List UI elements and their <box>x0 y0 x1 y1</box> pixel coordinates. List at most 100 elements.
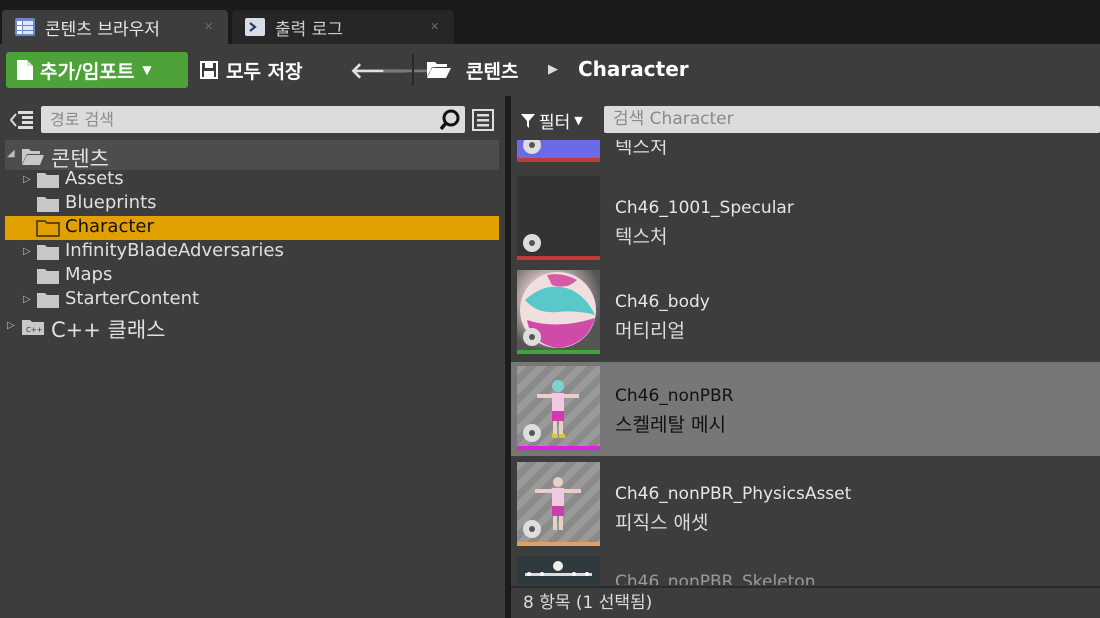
expanded-arrow-icon[interactable]: ◢ <box>7 148 15 159</box>
save-icon <box>200 61 218 79</box>
output-log-icon <box>245 18 265 36</box>
tree-item-maps[interactable]: Maps <box>0 264 499 288</box>
asset-type-color-bar <box>517 350 600 354</box>
status-bar: 8 항목 (1 선택됨) <box>511 586 1100 618</box>
hide-tree-icon[interactable] <box>10 110 34 130</box>
save-all-button[interactable]: 모두 저장 <box>200 52 303 88</box>
tree-item-label: Character <box>65 216 154 237</box>
tab-output-log[interactable]: 출력 로그 ✕ <box>232 10 454 44</box>
asset-filter-bar: 필터 ▼ 검색 Character <box>511 96 1100 140</box>
breadcrumb-character[interactable]: Character <box>578 57 689 81</box>
folder-open-icon[interactable] <box>426 59 452 79</box>
view-options-icon[interactable] <box>472 109 494 131</box>
toolbar-divider <box>412 54 414 86</box>
toolbar: 추가/임포트 ▼ 모두 저장 🡐 🡒 콘텐츠 ▶ Character <box>0 44 1100 96</box>
asset-search-input[interactable]: 검색 Character <box>604 106 1100 133</box>
chevron-down-icon: ▼ <box>574 114 583 127</box>
path-search-bar: 경로 검색 <box>0 96 505 140</box>
asset-thumbnail <box>517 176 600 260</box>
folder-icon <box>36 220 60 237</box>
asset-type: 스켈레탈 메시 <box>615 414 726 436</box>
asset-item[interactable]: Ch46_nonPBR_Skeleton <box>511 554 1100 585</box>
asset-type: 텍스처 <box>615 226 668 248</box>
asset-list: 텍스처 Ch46_1001_Specular 텍스처 Ch46_body 머티리… <box>511 140 1100 585</box>
path-search-input[interactable]: 경로 검색 <box>41 106 465 133</box>
content-browser-icon <box>15 18 35 36</box>
tab-label: 콘텐츠 브라우저 <box>45 19 160 40</box>
close-icon[interactable]: ✕ <box>204 21 214 32</box>
folder-open-icon <box>22 149 44 165</box>
asset-panel: 필터 ▼ 검색 Character 텍스처 Ch46_1001_Specular… <box>511 96 1100 618</box>
filter-label: 필터 <box>539 113 571 133</box>
asset-type-color-bar <box>517 542 600 546</box>
asset-type-color-bar <box>517 256 600 260</box>
tree-item-infinitybladeadversaries[interactable]: ▷ InfinityBladeAdversaries <box>0 240 499 264</box>
collapsed-arrow-icon[interactable]: ▷ <box>23 174 31 185</box>
asset-name: Ch46_nonPBR <box>615 386 734 406</box>
asset-star-icon <box>523 424 541 442</box>
asset-name: Ch46_1001_Specular <box>615 198 794 218</box>
asset-star-icon <box>523 140 541 154</box>
asset-type: 머티리얼 <box>615 320 685 342</box>
add-import-label: 추가/임포트 <box>40 60 135 83</box>
tree-item-label: Maps <box>65 264 113 285</box>
breadcrumb-arrow-icon[interactable]: ▶ <box>548 62 558 77</box>
asset-thumbnail <box>517 462 600 546</box>
asset-item[interactable]: Ch46_body 머티리얼 <box>511 268 1100 358</box>
asset-thumbnail <box>517 140 600 162</box>
folder-icon <box>37 245 59 260</box>
svg-text:C++: C++ <box>26 326 43 334</box>
asset-item[interactable]: Ch46_nonPBR_PhysicsAsset 피직스 애셋 <box>511 460 1100 550</box>
asset-thumbnail <box>517 366 600 450</box>
asset-item-selected[interactable]: Ch46_nonPBR 스켈레탈 메시 <box>511 362 1100 456</box>
tree-item-assets[interactable]: ▷ Assets <box>0 168 499 192</box>
asset-search-placeholder: 검색 Character <box>613 109 734 129</box>
tree-item-label: Blueprints <box>65 192 157 213</box>
asset-item[interactable]: Ch46_1001_Specular 텍스처 <box>511 174 1100 264</box>
tree-item-label: StarterContent <box>65 288 200 309</box>
folder-icon <box>37 197 59 212</box>
asset-name: Ch46_nonPBR_PhysicsAsset <box>615 484 852 504</box>
tree-item-blueprints[interactable]: Blueprints <box>0 192 499 216</box>
asset-star-icon <box>523 328 541 346</box>
asset-thumbnail <box>517 270 600 354</box>
save-all-label: 모두 저장 <box>226 60 303 83</box>
asset-item[interactable]: 텍스처 <box>511 140 1100 166</box>
path-search-placeholder: 경로 검색 <box>50 110 114 129</box>
search-icon[interactable] <box>439 109 461 131</box>
tree-item-content[interactable]: ◢ 콘텐츠 <box>0 143 499 171</box>
collapsed-arrow-icon[interactable]: ▷ <box>23 294 31 305</box>
tree-item-startercontent[interactable]: ▷ StarterContent <box>0 288 499 312</box>
tree-item-label: InfinityBladeAdversaries <box>65 240 284 261</box>
add-import-button[interactable]: 추가/임포트 ▼ <box>6 52 188 88</box>
tab-content-browser[interactable]: 콘텐츠 브라우저 ✕ <box>2 10 228 44</box>
asset-type-color-bar <box>517 158 600 162</box>
asset-star-icon <box>523 234 541 252</box>
breadcrumb-content[interactable]: 콘텐츠 <box>466 57 518 84</box>
new-page-icon <box>17 60 33 80</box>
asset-name: Ch46_body <box>615 292 710 312</box>
asset-type-color-bar <box>517 446 600 450</box>
tree-item-label: Assets <box>65 168 124 189</box>
folder-icon <box>37 293 59 308</box>
funnel-icon <box>521 113 535 128</box>
asset-type: 텍스처 <box>615 140 668 158</box>
filter-button[interactable]: 필터 ▼ <box>521 108 583 133</box>
folder-icon <box>37 173 59 188</box>
folder-icon <box>37 269 59 284</box>
chevron-down-icon: ▼ <box>142 63 152 77</box>
asset-type: 피직스 애셋 <box>615 512 709 534</box>
tab-bar: 콘텐츠 브라우저 ✕ 출력 로그 ✕ <box>0 0 1100 44</box>
tree-item-character[interactable]: Character <box>0 216 499 240</box>
tree-item-label: C++ 클래스 <box>51 318 166 342</box>
collapsed-arrow-icon[interactable]: ▷ <box>23 246 31 257</box>
tree-item-cpp-classes[interactable]: ▷ C++ C++ 클래스 <box>0 314 499 342</box>
path-panel: 경로 검색 ◢ 콘텐츠 ▷ Assets Blueprints Characte… <box>0 96 505 618</box>
asset-name: Ch46_nonPBR_Skeleton <box>615 572 816 585</box>
asset-thumbnail <box>517 556 600 585</box>
tab-label: 출력 로그 <box>275 19 343 40</box>
skeleton-figure <box>525 561 592 576</box>
close-icon[interactable]: ✕ <box>430 21 440 32</box>
item-count: 8 항목 (1 선택됨) <box>523 593 653 613</box>
collapsed-arrow-icon[interactable]: ▷ <box>7 320 15 331</box>
